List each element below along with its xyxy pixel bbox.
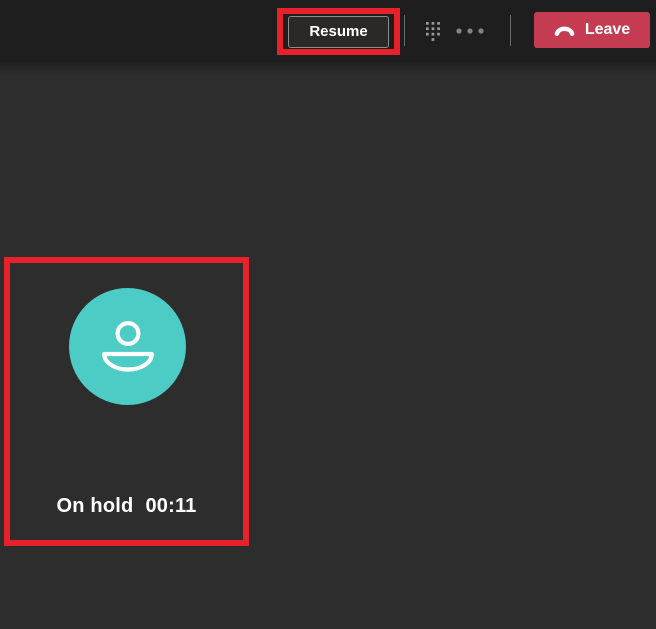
- participant-tile[interactable]: On hold 00:11: [10, 263, 243, 540]
- leave-button[interactable]: Leave: [534, 12, 650, 48]
- resume-annotation-box: Resume: [277, 8, 400, 55]
- dialpad-icon: [426, 21, 440, 41]
- leave-button-label: Leave: [584, 21, 631, 38]
- participant-annotation-box: On hold 00:11: [4, 257, 249, 546]
- hold-status: On hold 00:11: [10, 495, 243, 518]
- toolbar-divider: [510, 15, 511, 46]
- person-icon: [101, 320, 154, 372]
- more-options-button[interactable]: [452, 15, 488, 47]
- hang-up-phone-icon: [554, 26, 575, 36]
- teams-call-window: Resume Leave On hold 00:11: [0, 0, 656, 629]
- dialpad-button[interactable]: [417, 15, 449, 47]
- hold-status-label: On hold: [56, 495, 134, 517]
- resume-button[interactable]: Resume: [288, 15, 389, 48]
- hold-timer: 00:11: [145, 495, 197, 517]
- toolbar-divider: [404, 15, 405, 46]
- more-options-icon: [456, 28, 484, 34]
- call-controls-bar: Resume Leave: [0, 0, 656, 62]
- call-stage: On hold 00:11: [0, 62, 656, 629]
- participant-avatar: [69, 288, 186, 405]
